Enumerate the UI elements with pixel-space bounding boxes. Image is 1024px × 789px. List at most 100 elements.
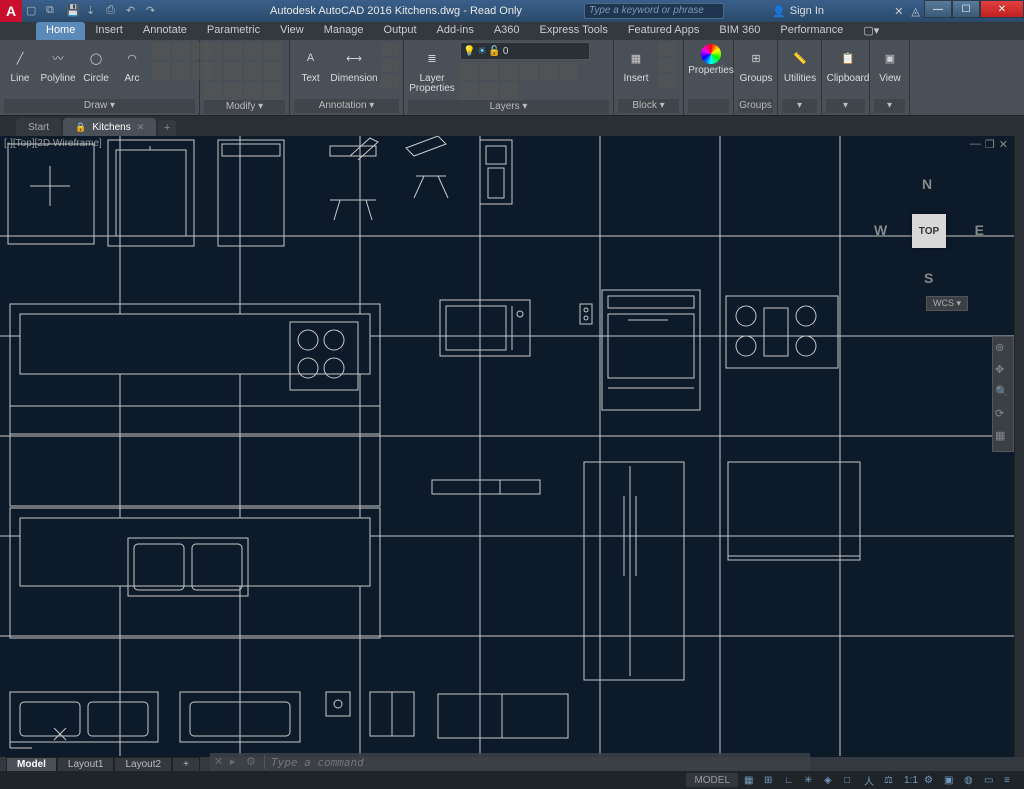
grid-icon[interactable]: ▦ bbox=[744, 773, 758, 787]
signin-button[interactable]: 👤Sign In bbox=[772, 5, 824, 18]
tab-express[interactable]: Express Tools bbox=[530, 22, 618, 40]
tab-bim360[interactable]: BIM 360 bbox=[709, 22, 770, 40]
ribbon-collapse[interactable]: ▢▾ bbox=[853, 22, 889, 40]
viewcube-s[interactable]: S bbox=[924, 270, 933, 286]
save-icon[interactable]: 💾 bbox=[66, 4, 80, 18]
snap-icon[interactable]: ⊞ bbox=[764, 773, 778, 787]
anno2-icon[interactable]: ⚖ bbox=[884, 773, 898, 787]
iso-icon[interactable]: ◈ bbox=[824, 773, 838, 787]
redo-icon[interactable]: ↷ bbox=[146, 4, 160, 18]
ortho-icon[interactable]: ∟ bbox=[784, 773, 798, 787]
panel-title-block[interactable]: Block ▾ bbox=[618, 99, 679, 113]
close-button[interactable]: ✕ bbox=[980, 0, 1024, 18]
viewcube[interactable]: N S E W TOP bbox=[874, 176, 984, 286]
nav-wheel-icon[interactable]: ⊚ bbox=[995, 341, 1011, 359]
viewcube-w[interactable]: W bbox=[874, 222, 887, 238]
tab-view[interactable]: View bbox=[270, 22, 314, 40]
plot-icon[interactable]: ⎙ bbox=[106, 4, 120, 18]
bulb-icon: 💡 bbox=[463, 46, 475, 57]
panel-title-properties[interactable] bbox=[688, 99, 729, 113]
maximize-button[interactable]: ☐ bbox=[952, 0, 980, 18]
polar-icon[interactable]: ✳ bbox=[804, 773, 818, 787]
tab-featured[interactable]: Featured Apps bbox=[618, 22, 710, 40]
arc-icon: ◠ bbox=[118, 44, 146, 72]
viewcube-face[interactable]: TOP bbox=[912, 214, 946, 248]
command-input[interactable] bbox=[265, 756, 810, 769]
properties-button[interactable]: Properties bbox=[688, 42, 734, 78]
help-search[interactable]: Type a keyword or phrase bbox=[584, 3, 724, 19]
polyline-button[interactable]: 〰Polyline bbox=[40, 42, 76, 86]
command-line[interactable]: ✕▸⚙ bbox=[210, 753, 810, 771]
dimension-button[interactable]: ⟷Dimension bbox=[331, 42, 377, 86]
panel-title-draw[interactable]: Draw ▾ bbox=[4, 99, 195, 113]
tab-addins[interactable]: Add-ins bbox=[427, 22, 484, 40]
add-tab-button[interactable]: + bbox=[158, 120, 176, 136]
groups-button[interactable]: ⊞Groups bbox=[738, 42, 774, 86]
drawing-canvas[interactable]: [-][Top][2D Wireframe] —❐✕ bbox=[0, 136, 1014, 757]
tab-insert[interactable]: Insert bbox=[85, 22, 133, 40]
tab-annotate[interactable]: Annotate bbox=[133, 22, 197, 40]
insert-button[interactable]: ▦Insert bbox=[618, 42, 654, 86]
close-tab-icon[interactable]: ✕ bbox=[137, 122, 145, 133]
nav-pan-icon[interactable]: ✥ bbox=[995, 363, 1011, 381]
cmd-recent-icon[interactable]: ▸ bbox=[230, 755, 244, 769]
minimize-button[interactable]: — bbox=[924, 0, 952, 18]
tab-manage[interactable]: Manage bbox=[314, 22, 374, 40]
tab-performance[interactable]: Performance bbox=[770, 22, 853, 40]
app-menu-button[interactable]: A bbox=[0, 0, 22, 22]
cmd-setting-icon[interactable]: ⚙ bbox=[246, 755, 260, 769]
panel-title-modify[interactable]: Modify ▾ bbox=[204, 100, 285, 114]
text-button[interactable]: AText bbox=[294, 42, 327, 86]
arc-button[interactable]: ◠Arc bbox=[116, 42, 148, 86]
panel-title-groups[interactable]: Groups bbox=[738, 99, 773, 113]
utilities-button[interactable]: 📏Utilities bbox=[782, 42, 818, 86]
exchange-icon[interactable]: ✕ bbox=[894, 5, 903, 18]
clean-icon[interactable]: ▭ bbox=[984, 773, 998, 787]
layer-combo[interactable]: 💡☀🔓0 bbox=[460, 42, 590, 60]
open-icon[interactable]: ⧉ bbox=[46, 4, 60, 18]
hw-icon[interactable]: ◍ bbox=[964, 773, 978, 787]
viewcube-e[interactable]: E bbox=[975, 222, 984, 238]
ribbon: ╱Line 〰Polyline ◯Circle ◠Arc Draw ▾ Modi… bbox=[0, 40, 1024, 116]
app-scrollbar[interactable] bbox=[1014, 136, 1024, 757]
cmd-close-icon[interactable]: ✕ bbox=[214, 755, 228, 769]
filetab-start[interactable]: Start bbox=[16, 118, 61, 136]
quick-access-toolbar: ▢ ⧉ 💾 ⇣ ⎙ ↶ ↷ bbox=[26, 4, 160, 18]
layer-properties-button[interactable]: ≣Layer Properties bbox=[408, 42, 456, 96]
tab-a360[interactable]: A360 bbox=[484, 22, 530, 40]
navigation-bar[interactable]: ⊚ ✥ 🔍 ⟳ ▦ bbox=[992, 336, 1014, 452]
scale-label[interactable]: 1:1 bbox=[904, 773, 918, 787]
tab-parametric[interactable]: Parametric bbox=[197, 22, 270, 40]
panel-properties: Properties bbox=[684, 40, 734, 115]
tab-output[interactable]: Output bbox=[374, 22, 427, 40]
osnap-icon[interactable]: □ bbox=[844, 773, 858, 787]
panel-title-utilities[interactable]: ▾ bbox=[782, 99, 817, 113]
workspicon[interactable]: ▣ bbox=[944, 773, 958, 787]
filetab-active[interactable]: 🔒Kitchens✕ bbox=[63, 118, 156, 136]
panel-title-view[interactable]: ▾ bbox=[874, 99, 905, 113]
clipboard-button[interactable]: 📋Clipboard bbox=[826, 42, 870, 86]
circle-button[interactable]: ◯Circle bbox=[80, 42, 112, 86]
panel-title-clipboard[interactable]: ▾ bbox=[826, 99, 865, 113]
new-icon[interactable]: ▢ bbox=[26, 4, 40, 18]
gear-icon[interactable]: ⚙ bbox=[924, 773, 938, 787]
viewcube-n[interactable]: N bbox=[922, 176, 932, 192]
nav-zoom-icon[interactable]: 🔍 bbox=[995, 385, 1011, 403]
panel-title-layers[interactable]: Layers ▾ bbox=[408, 100, 609, 114]
saveas-icon[interactable]: ⇣ bbox=[86, 4, 100, 18]
view-button[interactable]: ▣View bbox=[874, 42, 906, 86]
groups-icon: ⊞ bbox=[742, 44, 770, 72]
nav-orbit-icon[interactable]: ⟳ bbox=[995, 407, 1011, 425]
anno-icon[interactable]: 人 bbox=[864, 773, 878, 787]
nav-show-icon[interactable]: ▦ bbox=[995, 429, 1011, 447]
line-button[interactable]: ╱Line bbox=[4, 42, 36, 86]
custom-icon[interactable]: ≡ bbox=[1004, 773, 1018, 787]
modify-tools[interactable] bbox=[204, 42, 282, 100]
wcs-badge[interactable]: WCS ▾ bbox=[926, 296, 968, 311]
panel-title-annotation[interactable]: Annotation ▾ bbox=[294, 99, 399, 113]
status-model[interactable]: MODEL bbox=[686, 773, 738, 787]
undo-icon[interactable]: ↶ bbox=[126, 4, 140, 18]
a360-icon[interactable]: ◬ bbox=[911, 5, 919, 18]
tab-home[interactable]: Home bbox=[36, 22, 85, 40]
layer-tools[interactable] bbox=[460, 62, 590, 100]
